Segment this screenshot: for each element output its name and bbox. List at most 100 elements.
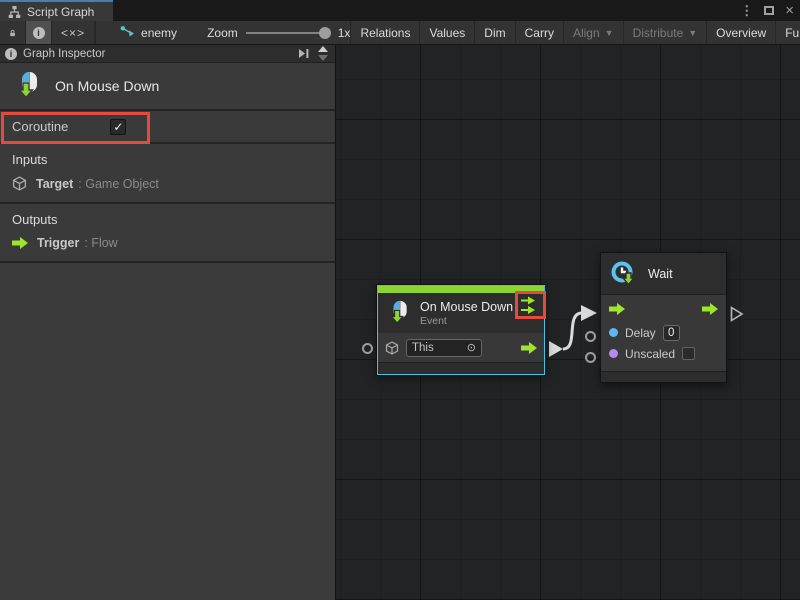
flow-connection[interactable]: [563, 313, 582, 349]
wait-node-footer: [601, 371, 726, 382]
output-trigger-row: Trigger : Flow: [12, 236, 323, 250]
output-trigger-type: : Flow: [84, 236, 117, 250]
script-graph-window: Script Graph ⋮ × i <×> en: [0, 0, 800, 600]
wait-node[interactable]: Wait Delay 0 Unscaled: [600, 252, 727, 383]
code-icon: <×>: [61, 26, 85, 40]
panel-scrollbar: [316, 46, 330, 61]
target-object-value: This: [412, 342, 434, 354]
input-target-name: Target: [36, 177, 73, 191]
lock-button[interactable]: [0, 21, 26, 44]
graph-inspector-title: Graph Inspector: [23, 48, 105, 60]
output-trigger-name: Trigger: [37, 236, 79, 250]
tab-title: Script Graph: [27, 5, 94, 19]
more-menu-icon[interactable]: ⋮: [740, 4, 753, 17]
wait-output-port[interactable]: [702, 303, 718, 315]
connection-start-arrow: [549, 341, 563, 357]
scroll-up-icon[interactable]: [318, 46, 328, 52]
carry-label: Carry: [525, 26, 554, 40]
wait-clock-icon: [610, 260, 638, 288]
mouse-event-icon: [385, 300, 411, 326]
info-icon: i: [33, 27, 45, 39]
wait-continuation-port[interactable]: [730, 306, 744, 322]
target-object-field[interactable]: This ⊙: [406, 339, 482, 357]
overview-label: Overview: [716, 26, 766, 40]
unscaled-checkbox[interactable]: [682, 347, 695, 360]
zoom-label: Zoom: [207, 26, 238, 40]
distribute-dropdown-icon: ▼: [688, 28, 697, 38]
overview-button[interactable]: Overview: [707, 21, 776, 44]
close-icon[interactable]: ×: [785, 3, 794, 18]
distribute-button[interactable]: Distribute ▼: [624, 21, 708, 44]
graph-canvas[interactable]: On Mouse Down Event This ⊙: [336, 45, 800, 600]
inputs-section: Inputs Target : Game Object: [0, 144, 335, 204]
coroutine-badge-icon: [520, 296, 537, 315]
inputs-header: Inputs: [12, 152, 323, 167]
zoom-slider-handle[interactable]: [319, 27, 331, 39]
relations-label: Relations: [360, 26, 410, 40]
trigger-output-port[interactable]: [521, 342, 537, 354]
inspector-info-icon: i: [5, 48, 17, 60]
tab-script-graph[interactable]: Script Graph: [0, 0, 113, 21]
object-picker-icon[interactable]: ⊙: [467, 341, 476, 354]
maximize-icon[interactable]: [764, 6, 774, 15]
wait-node-title: Wait: [648, 267, 673, 281]
inspector-unit-header: On Mouse Down: [0, 63, 335, 111]
outputs-header: Outputs: [12, 212, 323, 227]
dock-icon[interactable]: [299, 49, 309, 58]
event-node-header[interactable]: On Mouse Down Event: [378, 293, 544, 333]
graph-inspector-header: i Graph Inspector: [0, 45, 335, 63]
event-node-footer: [378, 362, 544, 374]
align-dropdown-icon: ▼: [605, 28, 614, 38]
event-node-body: This ⊙: [378, 333, 544, 362]
graph-asset-icon: [120, 26, 135, 39]
inspector-toggle-button[interactable]: i: [26, 21, 52, 44]
title-bar: Script Graph ⋮ ×: [0, 0, 800, 21]
carry-button[interactable]: Carry: [516, 21, 564, 44]
event-node-subtitle: Event: [420, 315, 513, 327]
wait-node-padding: [601, 364, 726, 371]
scroll-down-icon[interactable]: [318, 55, 328, 61]
graph-name: enemy: [141, 26, 177, 40]
cube-icon: [385, 341, 399, 355]
mouse-event-icon: [12, 71, 42, 101]
relations-button[interactable]: Relations: [350, 21, 420, 44]
script-graph-icon: [8, 6, 21, 18]
graph-breadcrumb[interactable]: enemy: [112, 21, 185, 44]
on-mouse-down-node[interactable]: On Mouse Down Event This ⊙: [377, 285, 545, 375]
coroutine-checkbox[interactable]: ✓: [110, 119, 126, 135]
values-label: Values: [429, 26, 465, 40]
dim-label: Dim: [484, 26, 505, 40]
event-node-accent-bar: [378, 286, 544, 293]
input-target-type: : Game Object: [78, 177, 159, 191]
csharp-preview-button[interactable]: <×>: [52, 21, 95, 44]
dim-button[interactable]: Dim: [475, 21, 515, 44]
graph-toolbar: i <×> enemy Zoom 1x Relations Values: [0, 21, 800, 45]
flow-arrow-icon: [12, 237, 28, 249]
delay-row: Delay 0: [601, 322, 726, 343]
lock-icon: [9, 26, 16, 40]
zoom-value: 1x: [338, 26, 351, 40]
input-target-row: Target : Game Object: [12, 176, 323, 191]
coroutine-label: Coroutine: [12, 119, 68, 134]
zoom-control: Zoom 1x: [207, 21, 350, 44]
cube-icon: [12, 176, 27, 191]
graph-inspector-panel: i Graph Inspector On Mouse Down: [0, 45, 336, 600]
event-target-input-port[interactable]: [362, 343, 373, 354]
values-button[interactable]: Values: [420, 21, 475, 44]
delay-port-dot[interactable]: [609, 328, 618, 337]
wait-node-header[interactable]: Wait: [601, 253, 726, 295]
wait-flow-row: [601, 295, 726, 322]
align-button[interactable]: Align ▼: [564, 21, 624, 44]
wait-unscaled-input-port[interactable]: [585, 352, 596, 363]
toolbar-separator: [95, 21, 96, 44]
unscaled-label: Unscaled: [625, 347, 675, 361]
window-controls: ⋮ ×: [740, 0, 794, 21]
full-screen-button[interactable]: Full Screen: [776, 21, 800, 44]
unscaled-port-dot[interactable]: [609, 349, 618, 358]
delay-value-field[interactable]: 0: [663, 325, 680, 341]
zoom-slider[interactable]: [246, 32, 328, 34]
wait-input-port[interactable]: [609, 303, 625, 315]
align-label: Align: [573, 26, 600, 40]
wait-delay-input-port[interactable]: [585, 331, 596, 342]
outputs-section: Outputs Trigger : Flow: [0, 204, 335, 263]
